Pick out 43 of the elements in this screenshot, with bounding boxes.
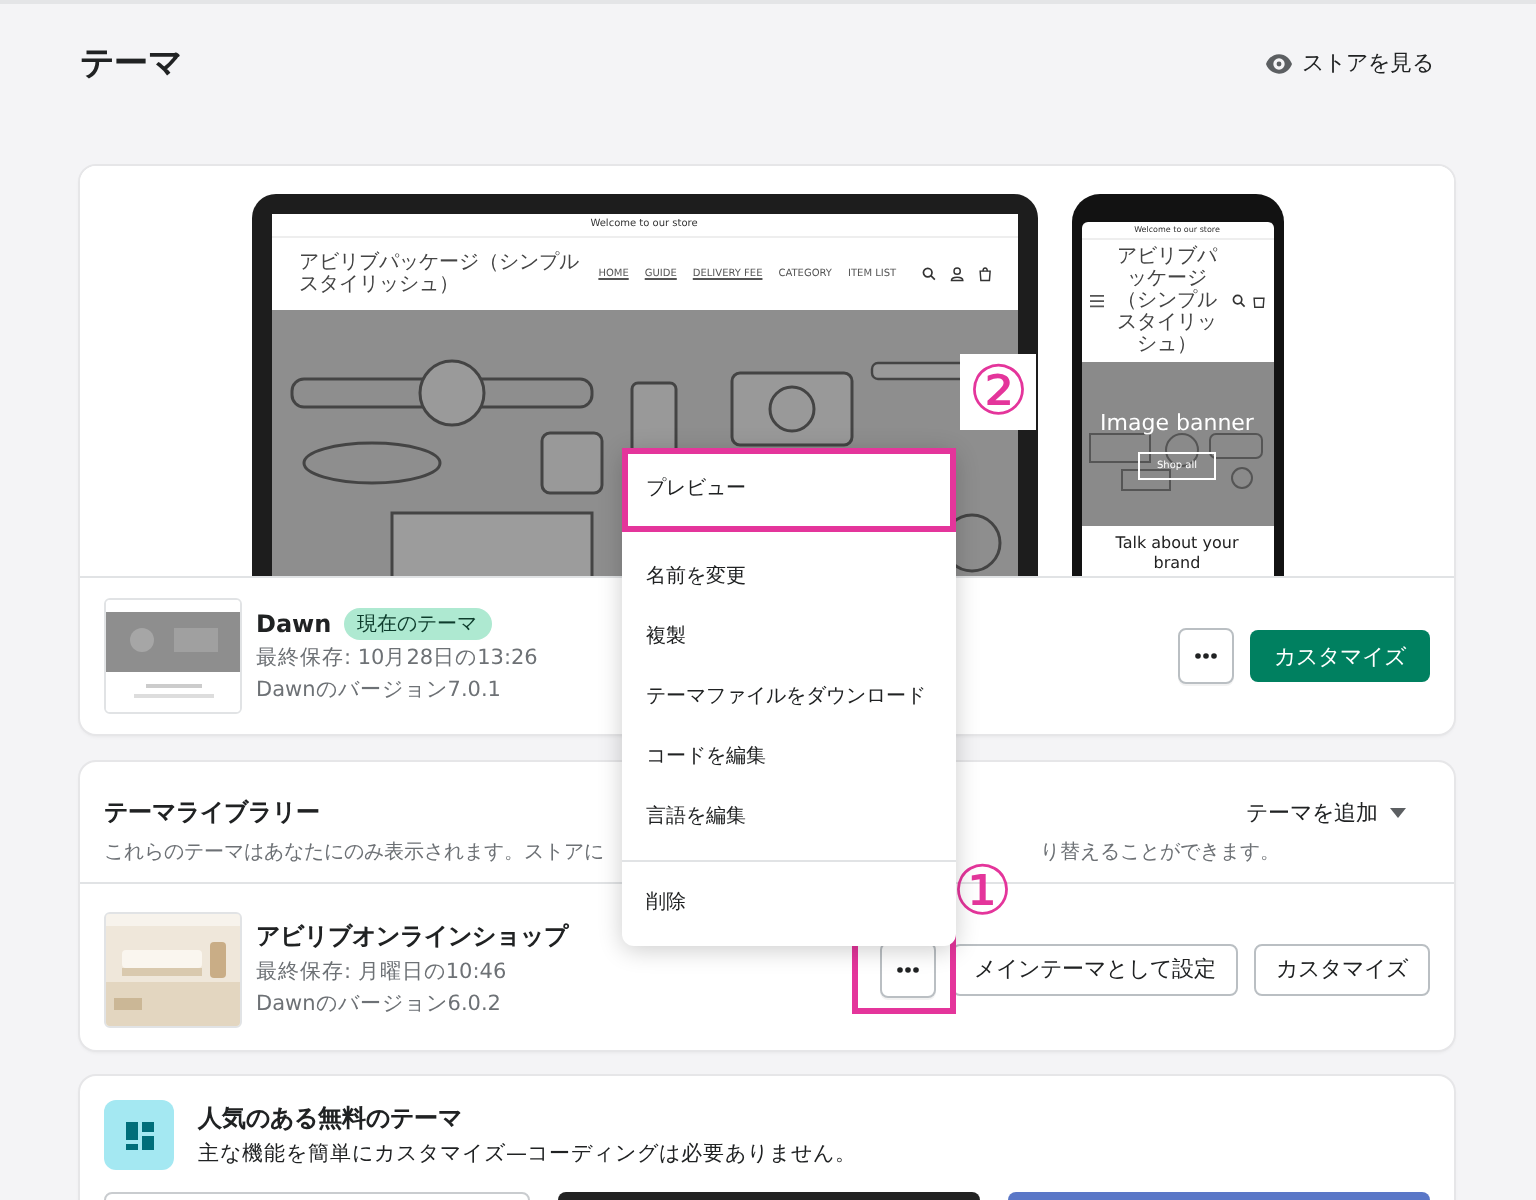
version-text: Dawnのバージョン7.0.1 — [256, 676, 501, 704]
menu-item[interactable]: 複製 — [622, 608, 956, 668]
more-icon — [1194, 652, 1218, 660]
section-title: Talk about your brand — [1113, 532, 1241, 574]
eye-icon — [1266, 53, 1292, 73]
menu-item[interactable]: 言語を編集 — [622, 788, 956, 848]
more-button[interactable] — [1178, 628, 1234, 684]
last-saved-text: 最終保存: 10月28日の13:26 — [256, 644, 538, 672]
cart-icon[interactable] — [978, 266, 994, 282]
caret-icon — [1390, 808, 1406, 818]
search-icon[interactable] — [922, 266, 937, 282]
account-icon[interactable] — [950, 266, 965, 282]
store-name: アビリブパッケージ（シンプルスタイリッシュ） — [299, 252, 581, 296]
menu-item[interactable]: コードを編集 — [622, 728, 956, 788]
description-text: これらのテーマはあなたにのみ表示されます。ストアに — [104, 839, 604, 866]
menu-item[interactable]: 削除 — [622, 860, 956, 934]
menu-item[interactable]: 名前を変更 — [622, 548, 956, 608]
add-theme-button[interactable]: テーマを追加 — [1246, 798, 1406, 828]
status-badge: 現在のテーマ — [343, 608, 492, 640]
theme-name: Dawn — [256, 610, 332, 638]
publish-button[interactable]: メインテーマとして設定 — [952, 943, 1238, 995]
view-store-link[interactable]: ストアを見る — [1266, 48, 1434, 78]
store-name: アビリブパッケージ（シンプルスタイリッシュ） — [1115, 246, 1220, 356]
version-text: Dawnのバージョン6.0.2 — [256, 990, 501, 1018]
menu-item[interactable]: プレビュー — [622, 448, 956, 532]
section-title: 人気のある無料のテーマ — [198, 1102, 462, 1136]
layout-icon — [104, 1100, 174, 1170]
cart-icon[interactable] — [1251, 294, 1265, 308]
customize-button[interactable]: カスタマイズ — [1254, 943, 1430, 995]
banner-title: Image banner — [1100, 409, 1254, 435]
theme-name: アビリブオンラインショップ — [256, 920, 568, 954]
section-subtitle: 主な機能を簡単にカスタマイズ—コーディングは必要ありません。 — [198, 1140, 857, 1168]
more-icon — [896, 965, 920, 973]
menu-item[interactable]: テーマファイルをダウンロード — [622, 668, 956, 728]
step-number: ① — [952, 857, 1013, 925]
last-saved-text: 最終保存: 月曜日の10:46 — [256, 958, 507, 986]
customize-button[interactable]: カスタマイズ — [1250, 630, 1430, 682]
menu-icon[interactable] — [1089, 294, 1103, 308]
section-title: テーマライブラリー — [104, 796, 320, 830]
step-number: ② — [960, 354, 1037, 430]
page-title: テーマ — [80, 42, 182, 86]
search-icon[interactable] — [1231, 294, 1245, 308]
description-text: り替えることができます。 — [1040, 839, 1280, 866]
